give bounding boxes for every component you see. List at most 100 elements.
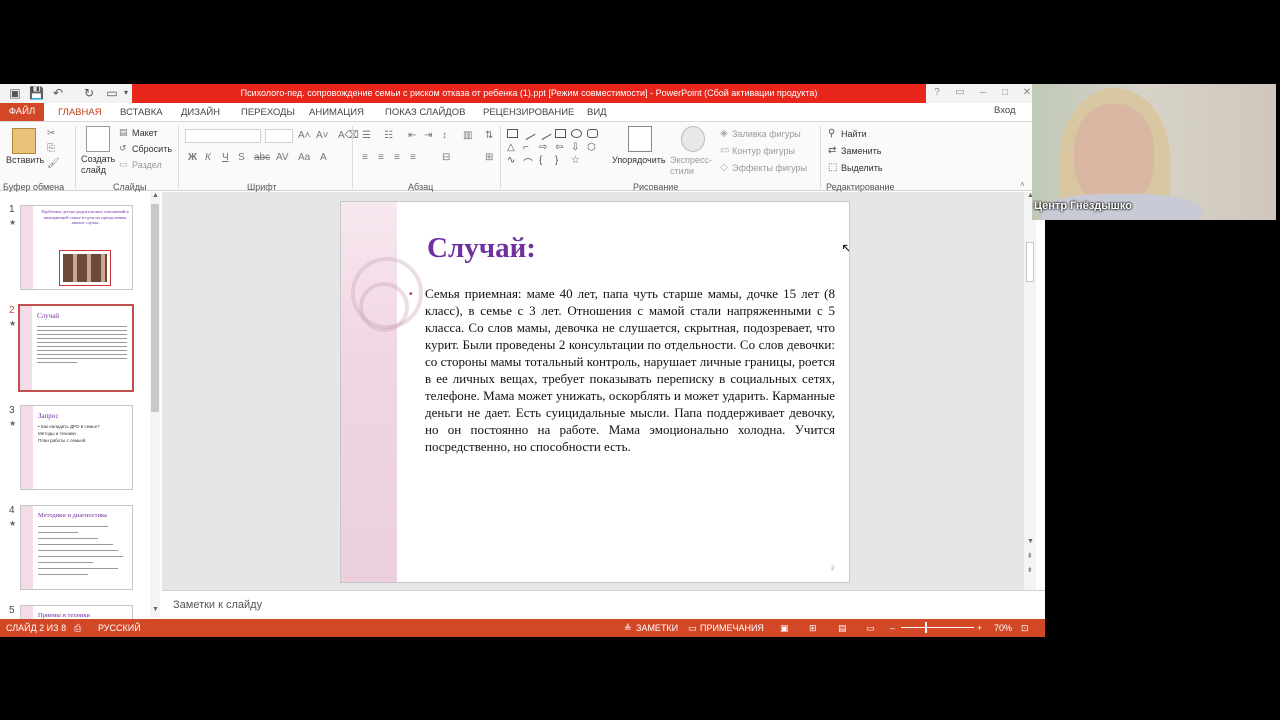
format-painter-icon[interactable]: 🖌 bbox=[47, 158, 60, 169]
zoom-slider-thumb[interactable] bbox=[925, 622, 927, 633]
decrease-indent-icon[interactable]: ⇤ bbox=[408, 130, 416, 141]
comments-icon[interactable]: ▭ bbox=[688, 619, 697, 637]
save-icon[interactable]: 💾 bbox=[29, 86, 44, 100]
strikethrough-icon[interactable]: abc bbox=[254, 152, 270, 163]
clear-format-icon[interactable]: A⌫ bbox=[338, 130, 359, 141]
prev-slide-icon[interactable]: ⇞ bbox=[1027, 552, 1033, 560]
scroll-thumb[interactable] bbox=[1026, 242, 1034, 282]
reading-view-icon[interactable]: ▤ bbox=[838, 619, 847, 637]
shape-effects-button[interactable]: Эффекты фигуры bbox=[732, 163, 807, 173]
copy-icon[interactable]: ⎘ bbox=[47, 143, 55, 154]
tab-transitions[interactable]: ПЕРЕХОДЫ bbox=[241, 105, 295, 121]
shape-curve-icon[interactable]: ∿ bbox=[507, 155, 515, 166]
shape-rounded-rect-icon[interactable] bbox=[587, 129, 598, 138]
undo-icon[interactable]: ↶ bbox=[51, 86, 65, 100]
notes-toggle-button[interactable]: ЗАМЕТКИ bbox=[636, 619, 678, 637]
paste-icon[interactable] bbox=[12, 128, 36, 154]
slide-title[interactable]: Случай: bbox=[427, 232, 536, 265]
shape-fill-button[interactable]: Заливка фигуры bbox=[732, 129, 801, 139]
shape-star-icon[interactable]: ☆ bbox=[571, 155, 580, 166]
sign-in-link[interactable]: Вход bbox=[994, 105, 1016, 116]
slideshow-icon[interactable]: ▭ bbox=[866, 619, 875, 637]
notes-toggle-icon[interactable]: ≜ bbox=[624, 619, 632, 637]
shape-bent-line-icon[interactable]: ⌐ bbox=[523, 142, 529, 153]
present-icon[interactable]: ▭ bbox=[105, 86, 119, 100]
scroll-up-icon[interactable]: ▲ bbox=[152, 192, 159, 199]
tab-file[interactable]: ФАЙЛ bbox=[0, 103, 44, 121]
shape-fill-icon[interactable]: ◈ bbox=[720, 128, 728, 139]
scroll-thumb[interactable] bbox=[151, 204, 159, 412]
quick-styles-button[interactable]: Экспресс-стили bbox=[670, 155, 714, 177]
fit-to-window-icon[interactable]: ⊡ bbox=[1021, 619, 1029, 637]
tab-animations[interactable]: АНИМАЦИЯ bbox=[309, 105, 364, 121]
shape-line-icon[interactable] bbox=[521, 126, 536, 141]
normal-view-icon[interactable]: ▣ bbox=[780, 619, 789, 637]
zoom-slider[interactable] bbox=[901, 622, 974, 633]
qat-more-icon[interactable]: ▾ bbox=[119, 86, 133, 100]
spellcheck-icon[interactable]: ⎙ bbox=[74, 619, 81, 637]
shape-outline-button[interactable]: Контур фигуры bbox=[732, 146, 795, 156]
current-slide[interactable]: Случай: • Семья приемная: маме 40 лет, п… bbox=[340, 201, 850, 583]
thumbnail-slide-1[interactable]: Проблемы детско-родительских отношений в… bbox=[20, 205, 133, 290]
align-center-icon[interactable]: ≡ bbox=[378, 152, 384, 163]
minimize-icon[interactable]: – bbox=[976, 86, 990, 100]
font-size-box[interactable] bbox=[265, 129, 293, 143]
slide-scrollbar[interactable]: ▲ ▼ ⇞ ⇟ bbox=[1024, 192, 1036, 590]
shape-outline-icon[interactable]: ▭ bbox=[720, 145, 729, 156]
find-icon[interactable]: ⚲ bbox=[828, 128, 835, 139]
tab-home[interactable]: ГЛАВНАЯ bbox=[58, 105, 102, 121]
change-case-icon[interactable]: Aa bbox=[298, 152, 310, 163]
text-direction-icon[interactable]: ⇅ bbox=[485, 130, 493, 141]
tab-review[interactable]: РЕЦЕНЗИРОВАНИЕ bbox=[483, 105, 574, 121]
increase-indent-icon[interactable]: ⇥ bbox=[424, 130, 432, 141]
quick-styles-icon[interactable] bbox=[681, 126, 705, 152]
reset-button[interactable]: Сбросить bbox=[132, 144, 172, 154]
grow-font-icon[interactable]: A˄ bbox=[298, 130, 311, 141]
thumbnail-slide-4[interactable]: Методики и диагностика bbox=[20, 505, 133, 590]
align-left-icon[interactable]: ≡ bbox=[362, 152, 368, 163]
layout-button[interactable]: Макет bbox=[132, 128, 157, 138]
tab-view[interactable]: ВИД bbox=[587, 105, 607, 121]
slide-body-text[interactable]: Семья приемная: маме 40 лет, папа чуть с… bbox=[425, 285, 835, 455]
cut-icon[interactable]: ✂ bbox=[47, 128, 55, 139]
bullets-icon[interactable]: ☰ bbox=[362, 130, 371, 141]
shape-rect-icon[interactable] bbox=[555, 129, 566, 138]
scroll-down-icon[interactable]: ▼ bbox=[152, 606, 159, 613]
section-button[interactable]: Раздел bbox=[132, 160, 162, 170]
tab-insert[interactable]: ВСТАВКА bbox=[120, 105, 163, 121]
font-color-icon[interactable]: A bbox=[320, 152, 327, 163]
maximize-icon[interactable]: □ bbox=[998, 86, 1012, 100]
scroll-down-icon[interactable]: ▼ bbox=[1027, 538, 1034, 545]
char-spacing-icon[interactable]: AV bbox=[276, 152, 289, 163]
shape-triangle-icon[interactable]: △ bbox=[507, 142, 515, 153]
thumbnail-slide-2[interactable]: Случай bbox=[18, 304, 134, 392]
replace-button[interactable]: Заменить bbox=[841, 146, 881, 156]
redo-icon[interactable]: ↻ bbox=[82, 86, 96, 100]
shape-arrow-right-icon[interactable]: ⇨ bbox=[539, 142, 547, 153]
tab-slideshow[interactable]: ПОКАЗ СЛАЙДОВ bbox=[385, 105, 465, 121]
slide-sorter-icon[interactable]: ⊞ bbox=[809, 619, 817, 637]
zoom-in-icon[interactable]: + bbox=[977, 619, 982, 637]
shape-oval-icon[interactable] bbox=[571, 129, 582, 138]
tab-design[interactable]: ДИЗАЙН bbox=[181, 105, 220, 121]
zoom-level[interactable]: 70% bbox=[994, 619, 1012, 637]
underline-icon[interactable]: Ч bbox=[222, 152, 229, 163]
shape-textbox-icon[interactable] bbox=[507, 129, 518, 138]
select-icon[interactable]: ⬚ bbox=[828, 162, 837, 173]
help-icon[interactable]: ? bbox=[930, 86, 944, 100]
shape-arc-icon[interactable]: ⌒ bbox=[523, 155, 533, 170]
find-button[interactable]: Найти bbox=[841, 129, 867, 139]
shadow-icon[interactable]: S bbox=[238, 152, 245, 163]
replace-icon[interactable]: ⇄ bbox=[828, 145, 836, 156]
numbering-icon[interactable]: ☷ bbox=[384, 130, 393, 141]
font-name-box[interactable] bbox=[185, 129, 261, 143]
comments-button[interactable]: ПРИМЕЧАНИЯ bbox=[700, 619, 764, 637]
layout-icon[interactable]: ▤ bbox=[119, 127, 128, 138]
align-text-icon[interactable]: ⊟ bbox=[442, 152, 450, 163]
paste-button[interactable]: Вставить bbox=[6, 155, 44, 165]
shape-arrow-icon[interactable] bbox=[537, 126, 552, 141]
arrange-button[interactable]: Упорядочить bbox=[612, 155, 666, 165]
new-slide-button[interactable]: Создать слайд bbox=[81, 154, 117, 176]
shape-brace-icon[interactable]: { bbox=[539, 155, 542, 166]
notes-pane[interactable]: Заметки к слайду bbox=[162, 590, 1045, 617]
